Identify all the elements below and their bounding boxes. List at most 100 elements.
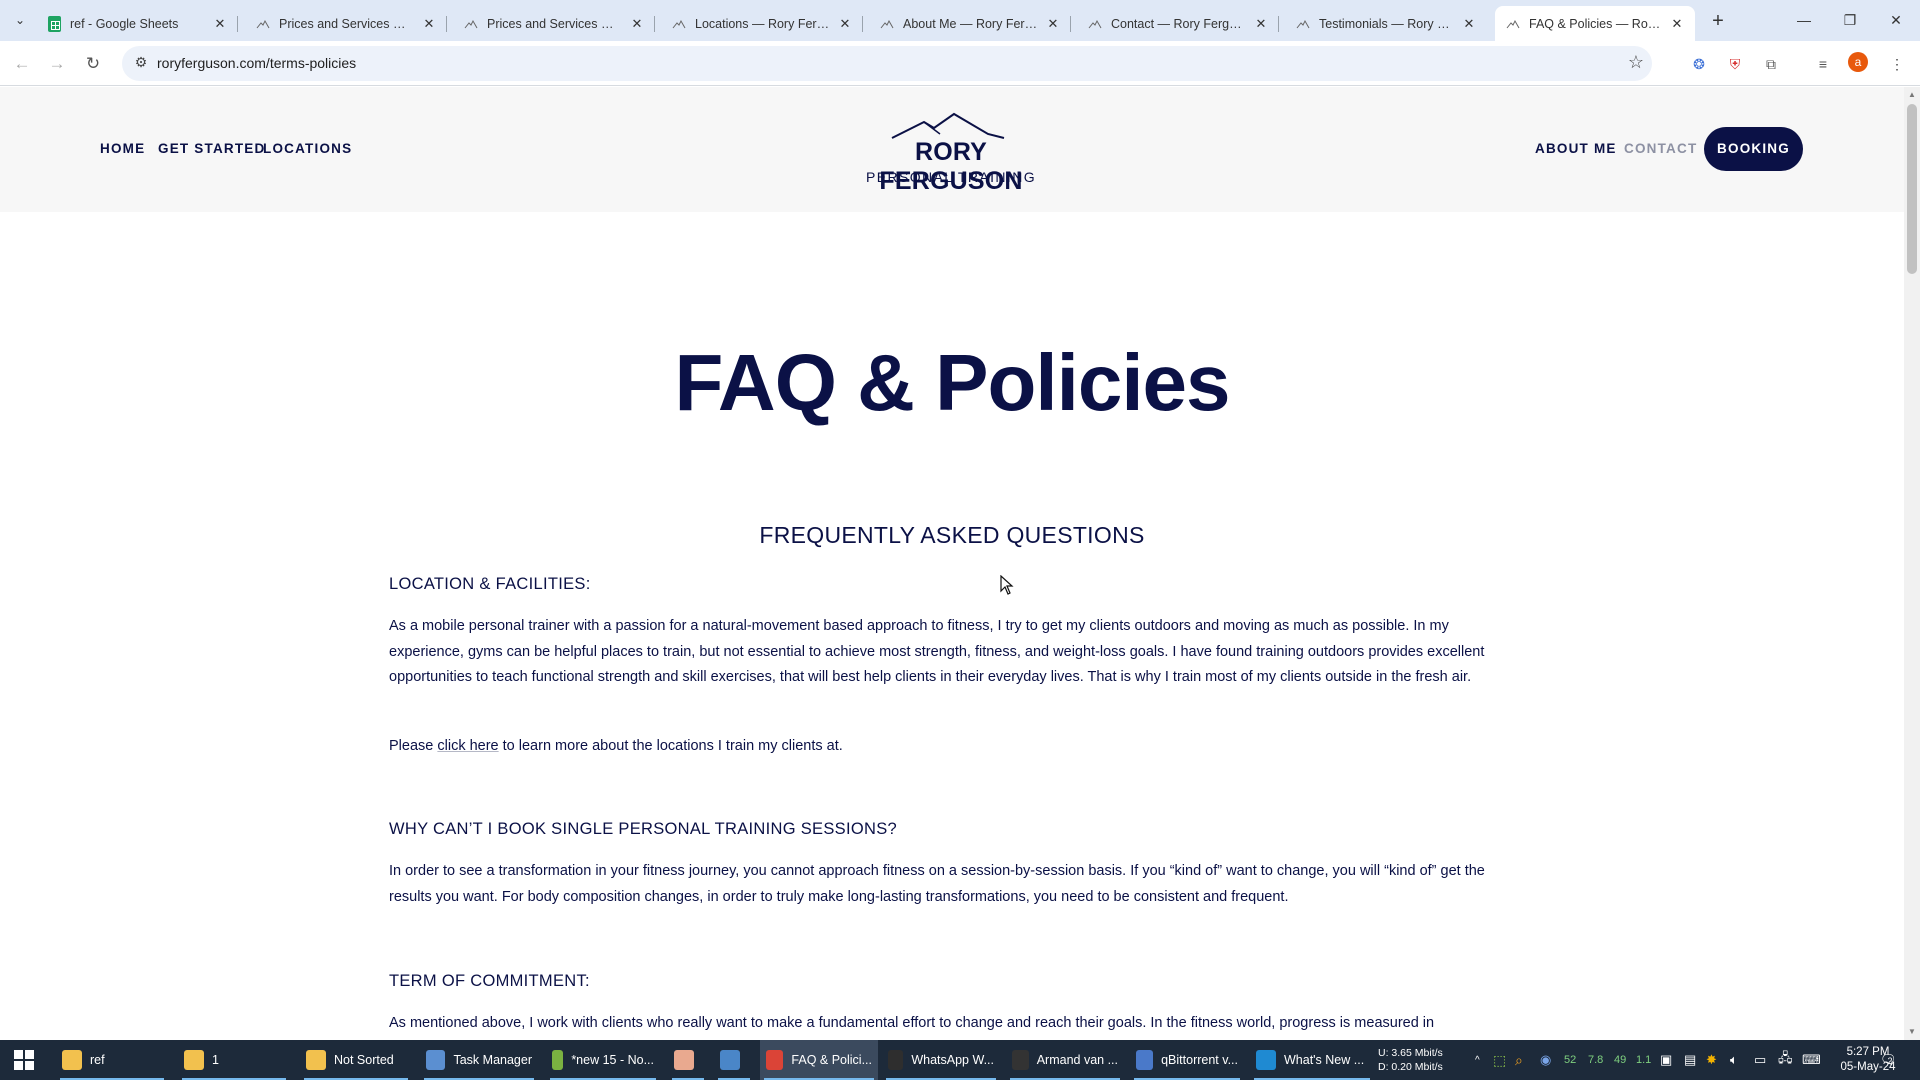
notepadpp-icon	[552, 1050, 564, 1070]
network-speed: U: 3.65 Mbit/s D: 0.20 Mbit/s	[1378, 1046, 1443, 1074]
booking-button[interactable]: BOOKING	[1704, 127, 1803, 171]
tab-title: FAQ & Policies — Rory Fe	[1529, 16, 1663, 31]
nav-contact[interactable]: CONTACT	[1624, 141, 1697, 156]
browser-tab[interactable]: Locations — Rory Ferguso ✕	[661, 6, 863, 41]
show-hidden-icons[interactable]: ^	[1475, 1040, 1480, 1080]
logo-name: RORY FERGUSON	[879, 138, 1023, 195]
restore-button[interactable]: ❐	[1827, 0, 1873, 40]
windows-start-icon[interactable]	[14, 1050, 34, 1070]
taskbar-item[interactable]: WhatsApp W...	[882, 1040, 1000, 1080]
close-tab-icon[interactable]: ✕	[1669, 16, 1685, 32]
notification-count: 2	[1887, 1056, 1893, 1066]
vscode-icon	[1256, 1050, 1276, 1070]
link-prefix: Please	[389, 738, 438, 754]
taskbar-item-label: Not Sorted	[334, 1053, 394, 1067]
reload-button[interactable]: ↻	[79, 50, 107, 78]
close-tab-icon[interactable]: ✕	[421, 16, 437, 32]
taskbar-item[interactable]: ref	[56, 1040, 168, 1080]
site-favicon	[1505, 16, 1521, 32]
close-tab-icon[interactable]: ✕	[1253, 16, 1269, 32]
address-bar[interactable]: ⚙ roryferguson.com/terms-policies ☆	[122, 46, 1652, 81]
close-tab-icon[interactable]: ✕	[212, 16, 228, 32]
extension-icon[interactable]: ❂	[1688, 53, 1710, 75]
whatsapp-icon	[888, 1050, 904, 1070]
taskbar-item[interactable]	[668, 1040, 708, 1080]
taskbar-item[interactable]: Task Manager	[420, 1040, 538, 1080]
browser-menu-icon[interactable]: ⋮	[1886, 53, 1908, 75]
net-download: D: 0.20 Mbit/s	[1378, 1061, 1443, 1073]
nav-about-me[interactable]: ABOUT ME	[1535, 141, 1617, 156]
back-button[interactable]: ←	[8, 50, 36, 78]
taskbar-item[interactable]: What's New ...	[1250, 1040, 1374, 1080]
network-icon[interactable]: 🖧︎	[1778, 1040, 1793, 1080]
url-text[interactable]: roryferguson.com/terms-policies	[157, 55, 356, 71]
tray-app-icon[interactable]: ▣	[1660, 1040, 1672, 1080]
browser-tab[interactable]: Contact — Rory Ferguson ✕	[1077, 6, 1279, 41]
tab-search-dropdown-icon[interactable]: ⌄	[8, 8, 32, 32]
net-upload: U: 3.65 Mbit/s	[1378, 1047, 1443, 1059]
close-tab-icon[interactable]: ✕	[629, 16, 645, 32]
shield-extension-icon[interactable]: ⛨	[1724, 53, 1746, 75]
bookmark-star-icon[interactable]: ☆	[1628, 52, 1644, 73]
taskbar-item[interactable]: FAQ & Polici...	[760, 1040, 878, 1080]
taskbar-item[interactable]: Armand van ...	[1006, 1040, 1124, 1080]
tab-separator	[1278, 16, 1279, 32]
minimize-button[interactable]: —	[1781, 0, 1827, 40]
scroll-up-icon[interactable]: ▲	[1904, 87, 1920, 103]
media-controls-icon[interactable]: ≡	[1812, 53, 1834, 75]
volume-icon[interactable]: 🔈︎	[1730, 1040, 1738, 1080]
close-tab-icon[interactable]: ✕	[837, 16, 853, 32]
nav-locations[interactable]: LOCATIONS	[263, 141, 352, 156]
taskbar-item[interactable]: *new 15 - No...	[546, 1040, 660, 1080]
taskbar-item-label: Task Manager	[453, 1053, 532, 1067]
tab-title: Prices and Services — Ror	[279, 16, 415, 31]
tray-app-icon[interactable]: ▤	[1684, 1040, 1696, 1080]
tray-app-icon[interactable]: ◉	[1540, 1040, 1551, 1080]
chrome-icon	[766, 1050, 784, 1070]
browser-tab[interactable]: Prices and Services — Ror ✕	[245, 6, 447, 41]
browser-tab[interactable]: Prices and Services — Ror ✕	[453, 6, 655, 41]
locations-link[interactable]: click here	[437, 738, 498, 754]
tray-app-icon[interactable]: ⬚	[1493, 1040, 1506, 1080]
folder-icon	[306, 1050, 326, 1070]
page-scrollbar[interactable]: ▲ ▼	[1904, 87, 1920, 1040]
profile-avatar[interactable]: a	[1848, 52, 1868, 72]
new-tab-button[interactable]: +	[1705, 8, 1731, 34]
scrollbar-thumb[interactable]	[1907, 104, 1917, 274]
browser-tab[interactable]: About Me — Rory Fergus ✕	[869, 6, 1071, 41]
taskbar-item[interactable]: Not Sorted	[300, 1040, 412, 1080]
scroll-down-icon[interactable]: ▼	[1904, 1024, 1920, 1040]
battery-icon[interactable]: ▭	[1754, 1040, 1766, 1080]
nav-get-started[interactable]: GET STARTED	[158, 141, 265, 156]
nav-home[interactable]: HOME	[100, 141, 145, 156]
browser-tab[interactable]: Testimonials — Rory Ferg ✕	[1285, 6, 1487, 41]
taskbar-item-label: WhatsApp W...	[911, 1053, 994, 1067]
browser-tab[interactable]: ref - Google Sheets ✕	[36, 6, 238, 41]
close-window-button[interactable]: ✕	[1873, 0, 1919, 40]
close-tab-icon[interactable]: ✕	[1461, 16, 1477, 32]
forward-button[interactable]: →	[43, 50, 71, 78]
taskbar-item-label: ref	[90, 1053, 105, 1067]
tab-separator	[446, 16, 447, 32]
logo-subtitle: PERSONAL TRAINING	[865, 169, 1037, 185]
tray-app-icon[interactable]: ✸	[1706, 1040, 1717, 1080]
faq-answer: As a mobile personal trainer with a pass…	[389, 618, 1485, 685]
tab-separator	[237, 16, 238, 32]
browser-tab[interactable]: FAQ & Policies — Rory Fe ✕	[1495, 6, 1695, 41]
taskbar-item[interactable]: qBittorrent v...	[1130, 1040, 1244, 1080]
notification-center-icon[interactable]: 🗨︎ 2	[1880, 1040, 1897, 1080]
site-logo[interactable]: RORY FERGUSON PERSONAL TRAINING	[846, 112, 1056, 195]
browser-toolbar: ← → ↻ ⚙ roryferguson.com/terms-policies …	[0, 41, 1920, 86]
tab-separator	[862, 16, 863, 32]
site-header: HOME GET STARTED LOCATIONS RORY FERGUSON…	[0, 87, 1904, 212]
site-favicon	[463, 16, 479, 32]
tray-search-icon[interactable]: ⌕	[1515, 1040, 1523, 1080]
extensions-puzzle-icon[interactable]: ⧉	[1760, 53, 1782, 75]
folder-icon	[62, 1050, 82, 1070]
taskbar-item[interactable]	[714, 1040, 754, 1080]
taskbar-item[interactable]: 1	[178, 1040, 290, 1080]
close-tab-icon[interactable]: ✕	[1045, 16, 1061, 32]
faq-answer: In order to see a transformation in your…	[389, 863, 1485, 905]
site-info-icon[interactable]: ⚙	[132, 54, 150, 72]
keyboard-icon[interactable]: ⌨︎	[1802, 1040, 1821, 1080]
